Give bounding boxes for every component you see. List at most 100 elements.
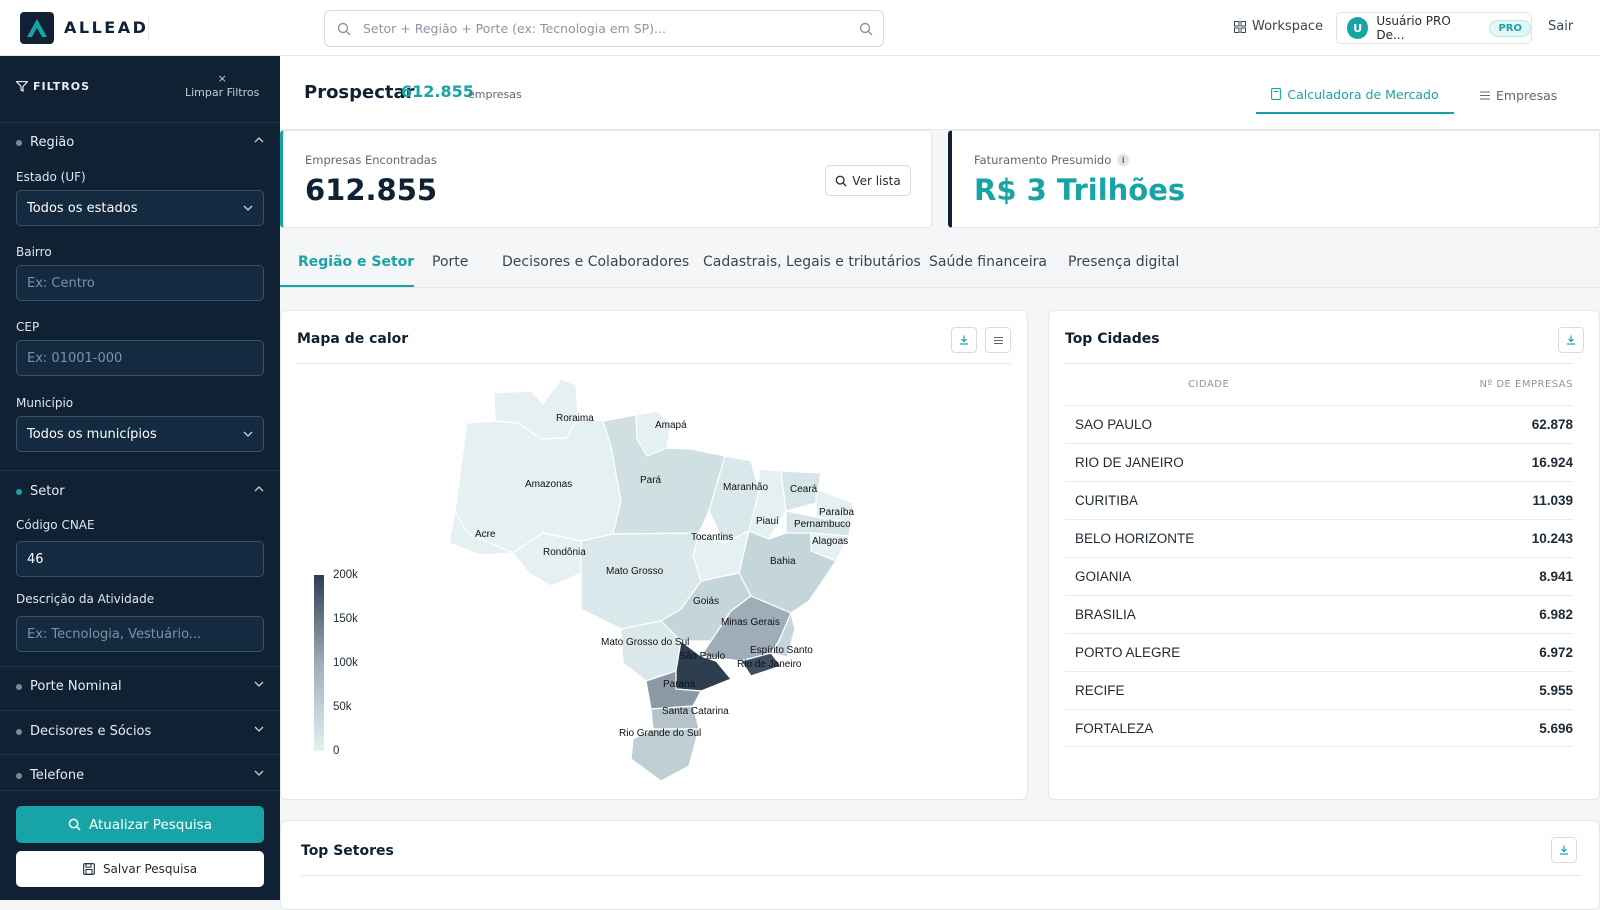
tab-saude-financeira[interactable]: Saúde financeira bbox=[929, 254, 1047, 270]
tab-empresas-label: Empresas bbox=[1496, 87, 1558, 103]
logo-icon[interactable] bbox=[20, 12, 54, 44]
table-row[interactable]: BRASILIA 6.982 bbox=[1065, 595, 1573, 633]
cnae-value: 46 bbox=[27, 552, 44, 567]
pro-badge: PRO bbox=[1489, 19, 1531, 37]
state-label: Roraima bbox=[556, 413, 594, 424]
tab-decisores[interactable]: Decisores e Colaboradores bbox=[502, 254, 689, 270]
chevron-down-icon bbox=[254, 770, 264, 776]
companies-found-card: Empresas Encontradas 612.855 Ver lista bbox=[280, 130, 932, 228]
user-menu[interactable]: U Usuário PRO De... PRO bbox=[1336, 12, 1532, 44]
tab-empresas[interactable]: Empresas bbox=[1480, 76, 1580, 114]
cep-input[interactable]: Ex: 01001-000 bbox=[16, 340, 264, 376]
save-search-button[interactable]: Salvar Pesquisa bbox=[16, 851, 264, 887]
city-count: 6.972 bbox=[1539, 645, 1573, 660]
view-list-label: Ver lista bbox=[852, 173, 901, 188]
city-name: BRASILIA bbox=[1075, 607, 1136, 622]
top-cities-title: Top Cidades bbox=[1065, 331, 1160, 347]
user-name: Usuário PRO De... bbox=[1376, 14, 1451, 42]
table-row[interactable]: RECIFE 5.955 bbox=[1065, 671, 1573, 709]
tab-presenca-digital[interactable]: Presença digital bbox=[1068, 254, 1179, 270]
city-count: 62.878 bbox=[1531, 417, 1573, 432]
descricao-input[interactable]: Ex: Tecnologia, Vestuário... bbox=[16, 616, 264, 652]
descricao-label: Descrição da Atividade bbox=[16, 592, 155, 606]
state-label: Santa Catarina bbox=[662, 706, 729, 717]
estado-select[interactable]: Todos os estados bbox=[16, 190, 264, 226]
section-label: Decisores e Sócios bbox=[30, 724, 152, 739]
companies-found-label: Empresas Encontradas bbox=[305, 153, 437, 167]
top-sectors-title: Top Setores bbox=[301, 843, 394, 859]
tab-calculadora[interactable]: Calculadora de Mercado bbox=[1256, 76, 1454, 114]
companies-found-value: 612.855 bbox=[305, 173, 438, 207]
chevron-down-icon bbox=[254, 726, 264, 732]
section-porte[interactable]: Porte Nominal bbox=[16, 679, 264, 694]
municipio-select[interactable]: Todos os municípios bbox=[16, 416, 264, 452]
save-icon bbox=[83, 863, 95, 875]
divider bbox=[0, 666, 280, 667]
tab-porte[interactable]: Porte bbox=[432, 254, 468, 270]
search-icon bbox=[68, 818, 81, 831]
state-label: Alagoas bbox=[812, 536, 848, 547]
search-submit-icon[interactable] bbox=[859, 21, 873, 40]
download-button[interactable] bbox=[1551, 837, 1577, 863]
table-row[interactable]: RIO DE JANEIRO 16.924 bbox=[1065, 443, 1573, 481]
descricao-placeholder: Ex: Tecnologia, Vestuário... bbox=[27, 627, 202, 642]
divider bbox=[0, 710, 280, 711]
download-button[interactable] bbox=[1558, 327, 1584, 353]
analysis-tabs: Região e Setor Porte Decisores e Colabor… bbox=[280, 238, 1600, 288]
section-regiao[interactable]: Região bbox=[16, 135, 264, 150]
result-count: 612.855 bbox=[401, 82, 474, 101]
table-row[interactable]: CURITIBA 11.039 bbox=[1065, 481, 1573, 519]
close-icon: × bbox=[217, 72, 227, 85]
revenue-label-wrap: Faturamento Presumido i bbox=[974, 153, 1130, 167]
clear-filters-button[interactable]: × Limpar Filtros bbox=[185, 72, 259, 100]
active-tab-indicator bbox=[280, 285, 414, 287]
table-row[interactable]: FORTALEZA 5.696 bbox=[1065, 709, 1573, 747]
workspace-button[interactable]: Workspace bbox=[1234, 19, 1323, 34]
state-label: Espírito Santo bbox=[750, 645, 813, 656]
city-count: 8.941 bbox=[1539, 569, 1573, 584]
section-dot bbox=[16, 683, 22, 690]
workspace-label: Workspace bbox=[1252, 19, 1324, 34]
state-label: Paraíba bbox=[819, 507, 854, 518]
table-row[interactable]: PORTO ALEGRE 6.972 bbox=[1065, 633, 1573, 671]
top-sectors-card: Top Setores bbox=[280, 820, 1600, 910]
legend-tick: 0 bbox=[333, 745, 339, 757]
state-label: Paraná bbox=[663, 679, 696, 690]
table-row[interactable]: BELO HORIZONTE 10.243 bbox=[1065, 519, 1573, 557]
divider bbox=[301, 875, 1581, 876]
result-unit: empresas bbox=[468, 88, 522, 101]
tab-cadastrais[interactable]: Cadastrais, Legais e tributários bbox=[703, 254, 921, 270]
state-label: Piauí bbox=[756, 516, 779, 527]
section-setor[interactable]: Setor bbox=[16, 484, 264, 499]
revenue-card: Faturamento Presumido i R$ 3 Trilhões bbox=[948, 130, 1600, 228]
divider bbox=[0, 122, 280, 123]
top-cities-card: Top Cidades CIDADE Nº DE EMPRESAS SAO PA… bbox=[1048, 310, 1600, 800]
section-telefone[interactable]: Telefone bbox=[16, 768, 264, 783]
state-label: Goiás bbox=[693, 596, 719, 607]
top-bar: ALLEAD Setor + Região + Porte (ex: Tecno… bbox=[0, 0, 1600, 56]
state-label: Amapá bbox=[655, 420, 687, 431]
bairro-input[interactable]: Ex: Centro bbox=[16, 265, 264, 301]
table-row[interactable]: GOIANIA 8.941 bbox=[1065, 557, 1573, 595]
search-input[interactable]: Setor + Região + Porte (ex: Tecnologia e… bbox=[324, 10, 884, 47]
section-decisores[interactable]: Decisores e Sócios bbox=[16, 724, 264, 739]
chevron-down-icon bbox=[254, 681, 264, 687]
info-icon[interactable]: i bbox=[1117, 154, 1130, 166]
view-list-button[interactable]: Ver lista bbox=[825, 165, 911, 196]
legend-tick: 150k bbox=[333, 613, 358, 625]
cep-placeholder: Ex: 01001-000 bbox=[27, 351, 123, 366]
table-row[interactable]: SAO PAULO 62.878 bbox=[1065, 405, 1573, 443]
update-search-button[interactable]: Atualizar Pesquisa bbox=[16, 806, 264, 843]
city-count: 10.243 bbox=[1531, 531, 1573, 546]
state-label: Rio de Janeiro bbox=[737, 659, 802, 670]
logout-link[interactable]: Sair bbox=[1548, 19, 1573, 34]
calculator-icon bbox=[1271, 88, 1282, 100]
municipio-label: Município bbox=[16, 396, 74, 410]
search-icon bbox=[337, 21, 351, 40]
heatmap-card: Mapa de calor 200k 150k 100k 50k 0 Rorai… bbox=[280, 310, 1028, 800]
city-count: 11.039 bbox=[1532, 493, 1573, 508]
cnae-input[interactable]: 46 bbox=[16, 541, 264, 577]
section-dot bbox=[16, 772, 22, 779]
tab-regiao-setor[interactable]: Região e Setor bbox=[298, 254, 414, 270]
search-placeholder: Setor + Região + Porte (ex: Tecnologia e… bbox=[363, 21, 666, 36]
